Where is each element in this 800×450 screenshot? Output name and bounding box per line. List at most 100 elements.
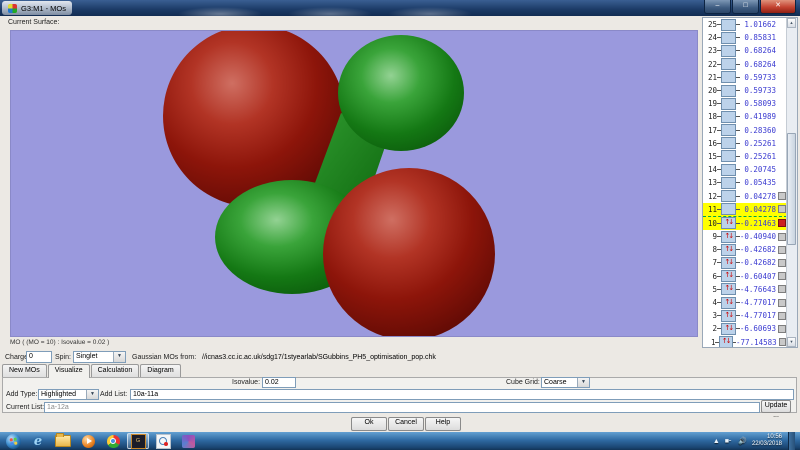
mo-occupancy-box[interactable]: ↑↓: [719, 336, 732, 347]
mo-energy: -6.60693: [740, 324, 778, 333]
chevron-down-icon[interactable]: ▼: [577, 378, 589, 387]
mo-occupancy-box[interactable]: [721, 203, 736, 215]
ok-button[interactable]: Ok: [351, 417, 387, 431]
mo-indicator[interactable]: [778, 299, 786, 307]
mo-indicator[interactable]: [778, 205, 786, 213]
mo-indicator[interactable]: [778, 192, 786, 200]
graphics-app-icon[interactable]: [177, 433, 199, 449]
cancel-button[interactable]: Cancel: [388, 417, 424, 431]
maximize-button[interactable]: □: [732, 0, 759, 14]
mo-number: 1: [704, 338, 715, 347]
help-button[interactable]: Help: [425, 417, 461, 431]
start-orb-icon[interactable]: [2, 433, 24, 449]
mo-occupancy-box[interactable]: [721, 32, 736, 44]
mo-row: 19 0.58093: [703, 97, 787, 110]
mo-occupancy-box[interactable]: [721, 19, 736, 31]
mo-row: 14 0.20745: [703, 163, 787, 176]
gaussview-active-app-icon[interactable]: G: [127, 433, 149, 449]
network-icon[interactable]: ■╴: [725, 437, 733, 445]
charge-field[interactable]: 0: [26, 351, 52, 363]
mo-energy: -0.42682: [740, 245, 778, 254]
mo-indicator[interactable]: [778, 259, 786, 267]
mo-occupancy-box[interactable]: [721, 58, 736, 70]
mo-occupancy-box[interactable]: [721, 177, 736, 189]
cube-grid-dropdown[interactable]: Coarse ▼: [541, 377, 590, 388]
current-list-label: Current List:: [6, 404, 44, 411]
close-button[interactable]: ✕: [760, 0, 796, 14]
mo-indicator[interactable]: [778, 272, 786, 280]
scroll-down-icon[interactable]: ▼: [787, 337, 796, 347]
mo-occupancy-box[interactable]: [721, 164, 736, 176]
mo-occupancy-box[interactable]: [721, 137, 736, 149]
spin-dropdown[interactable]: Singlet ▼: [73, 351, 126, 363]
add-type-dropdown[interactable]: Highlighted ▼: [38, 389, 99, 400]
scrollbar-thumb[interactable]: [787, 133, 796, 245]
mo-occupancy-box[interactable]: ↑↓: [721, 231, 736, 243]
mo-occupancy-box[interactable]: ↑↓: [721, 310, 736, 322]
mo-row: 15 0.25261: [703, 150, 787, 163]
mo-occupancy-box[interactable]: ↑↓: [721, 283, 736, 295]
surface-status-line: MO ( (MO = 10) : Isovalue = 0.02 ): [10, 339, 109, 346]
current-list-field[interactable]: 1a-12a: [44, 402, 760, 413]
mo-occupancy-box[interactable]: [721, 98, 736, 110]
tab-calculation[interactable]: Calculation: [91, 364, 140, 377]
file-explorer-icon[interactable]: [52, 433, 74, 449]
media-player-icon[interactable]: [77, 433, 99, 449]
mo-occupancy-box[interactable]: [721, 190, 736, 202]
mo-occupancy-box[interactable]: ↑↓: [721, 323, 736, 335]
chrome-icon[interactable]: [102, 433, 124, 449]
isovalue-field[interactable]: 0.02: [262, 377, 296, 388]
mo-occupancy-box[interactable]: [721, 45, 736, 57]
mo-indicator[interactable]: [778, 233, 786, 241]
scroll-up-icon[interactable]: ▲: [787, 18, 796, 28]
mo-occupancy-box[interactable]: [721, 124, 736, 136]
mo-indicator[interactable]: [779, 338, 786, 346]
volume-icon[interactable]: 🔊: [738, 437, 747, 445]
tab-diagram[interactable]: Diagram: [140, 364, 180, 377]
add-list-field[interactable]: 10a-11a: [130, 389, 794, 400]
update-button[interactable]: Update ...: [761, 400, 791, 413]
mo-indicator[interactable]: [778, 246, 786, 254]
mo-row: 7 ↑↓ -0.42682: [703, 256, 787, 269]
show-desktop-button[interactable]: [788, 432, 795, 450]
mo-row: 3 ↑↓ -4.77017: [703, 309, 787, 322]
mo-energy: -4.77017: [740, 311, 778, 320]
clock[interactable]: 10:56 22/03/2018: [752, 434, 782, 448]
mo-list-rows: 25 1.01662 24 0.85831 23 0.68264 22 0.68…: [703, 18, 787, 347]
cube-grid-label: Cube Grid:: [506, 379, 540, 386]
molecule-viewer-icon[interactable]: [152, 433, 174, 449]
orbital-surface-render: [11, 31, 698, 337]
mo-occupancy-box[interactable]: ↑↓: [721, 270, 736, 282]
chevron-down-icon[interactable]: ▼: [113, 352, 125, 362]
mo-occupancy-box[interactable]: ↑↓: [721, 217, 736, 229]
mo-occupancy-box[interactable]: ↑↓: [721, 257, 736, 269]
internet-explorer-icon[interactable]: e: [27, 433, 49, 449]
mo-indicator[interactable]: [778, 312, 786, 320]
clock-time: 10:56: [752, 434, 782, 441]
mo-indicator[interactable]: [778, 219, 786, 227]
mo-row: 25 1.01662: [703, 18, 787, 31]
mo-energy: -0.21463: [740, 219, 778, 228]
mo-number: 16: [704, 139, 717, 148]
mo-occupancy-box[interactable]: [721, 111, 736, 123]
mo-energy: -4.77017: [740, 298, 778, 307]
molecule-viewport[interactable]: [10, 30, 698, 337]
mo-energy: 0.20745: [740, 165, 778, 174]
mo-indicator[interactable]: [778, 285, 786, 293]
mo-occupancy-box[interactable]: [721, 71, 736, 83]
mo-indicator[interactable]: [778, 325, 786, 333]
tab-visualize[interactable]: Visualize: [48, 364, 90, 378]
mo-energy: -0.42682: [740, 258, 778, 267]
mo-occupancy-box[interactable]: [721, 150, 736, 162]
mo-energy: 0.68264: [740, 46, 778, 55]
tab-new-mos[interactable]: New MOs: [2, 364, 47, 377]
hidden-icons-arrow[interactable]: ▲: [713, 438, 720, 445]
mo-occupancy-box[interactable]: ↑↓: [721, 244, 736, 256]
mo-number: 9: [704, 232, 717, 241]
mo-occupancy-box[interactable]: [721, 85, 736, 97]
mo-row: 21 0.59733: [703, 71, 787, 84]
mo-list-scrollbar[interactable]: ▲ ▼: [786, 18, 797, 347]
chevron-down-icon[interactable]: ▼: [86, 390, 98, 399]
mo-occupancy-box[interactable]: ↑↓: [721, 297, 736, 309]
minimize-button[interactable]: –: [704, 0, 731, 14]
